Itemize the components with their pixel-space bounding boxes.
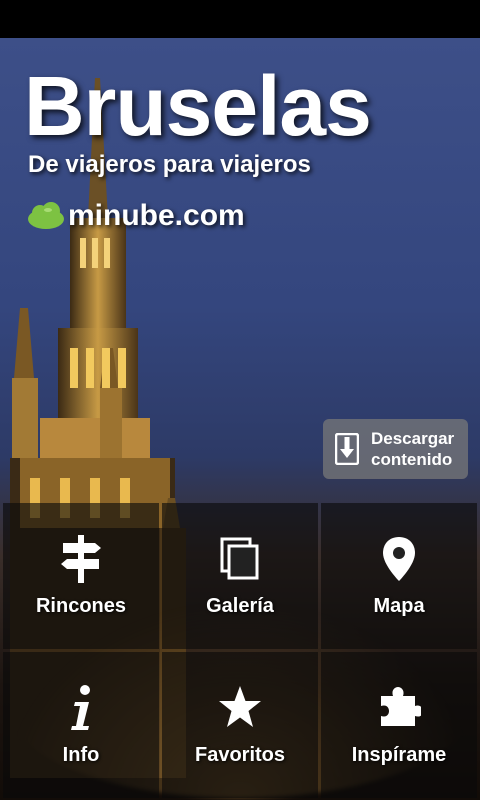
download-label: Descargar contenido <box>371 428 454 470</box>
menu-item-mapa[interactable]: Mapa <box>321 503 477 649</box>
menu-label-mapa: Mapa <box>373 595 425 617</box>
download-label-line2: contenido <box>371 450 453 469</box>
status-bar <box>0 0 480 38</box>
download-icon <box>335 433 359 465</box>
signpost-icon <box>61 535 101 583</box>
menu-label-info: Info <box>62 744 100 766</box>
menu-label-rincones: Rincones <box>35 595 127 617</box>
download-content-button[interactable]: Descargar contenido <box>323 419 468 479</box>
menu-label-favoritos: Favoritos <box>194 744 286 766</box>
download-label-line1: Descargar <box>371 429 455 448</box>
menu-item-info[interactable]: Info <box>3 652 159 798</box>
map-pin-icon <box>383 537 415 581</box>
page-subtitle: De viajeros para viajeros <box>28 151 311 178</box>
menu-item-favoritos[interactable]: Favoritos <box>162 652 318 798</box>
menu-item-galeria[interactable]: Galería <box>162 503 318 649</box>
menu-item-inspirame[interactable]: Inspírame <box>321 652 477 798</box>
info-icon <box>71 685 90 730</box>
cloud-logo-icon <box>28 202 64 229</box>
menu-label-galeria: Galería <box>206 595 274 617</box>
star-icon <box>219 686 261 727</box>
menu-label-inspirame: Inspírame <box>351 744 447 766</box>
page-title: Bruselas <box>24 59 372 153</box>
menu-grid: Rincones Galería Mapa Info Favoritos Ins… <box>0 501 480 800</box>
brand-logo[interactable]: minube.com <box>26 198 245 234</box>
brand-name: minube.com <box>68 199 245 232</box>
puzzle-icon <box>381 687 421 726</box>
gallery-icon <box>220 537 259 580</box>
menu-item-rincones[interactable]: Rincones <box>3 503 159 649</box>
